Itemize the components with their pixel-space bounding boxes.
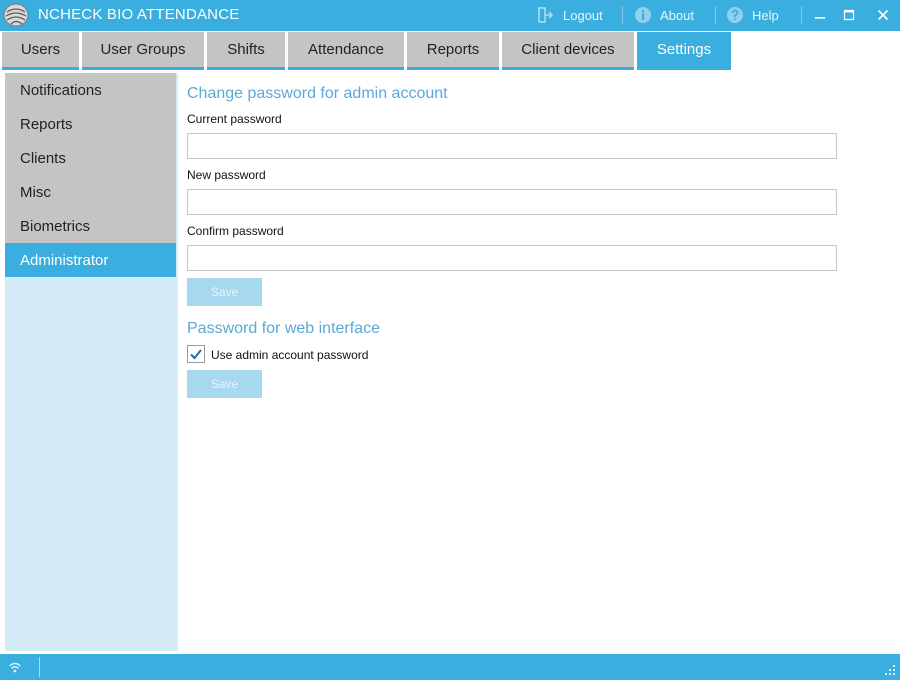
toolbar-divider — [622, 6, 623, 24]
main-tab-bar: Users User Groups Shifts Attendance Repo… — [0, 31, 900, 71]
app-title: NCHECK BIO ATTENDANCE — [38, 6, 240, 23]
tab-reports[interactable]: Reports — [407, 32, 499, 70]
sidebar-item-misc[interactable]: Misc — [5, 175, 176, 209]
tab-client-devices[interactable]: Client devices — [502, 32, 634, 70]
new-password-input[interactable] — [187, 189, 837, 215]
wifi-icon — [9, 662, 21, 673]
use-admin-password-checkbox[interactable] — [187, 345, 205, 363]
settings-sidebar: Notifications Reports Clients Misc Biome… — [5, 73, 178, 651]
toolbar-divider — [801, 6, 802, 24]
new-password-label: New password — [187, 168, 266, 182]
fingerprint-globe-icon — [3, 3, 29, 27]
tab-user-groups[interactable]: User Groups — [82, 32, 204, 70]
status-divider — [39, 657, 40, 677]
save-admin-password-button[interactable]: Save — [187, 278, 262, 306]
question-icon — [727, 7, 743, 23]
save-web-password-button[interactable]: Save — [187, 370, 262, 398]
logout-button[interactable]: Logout — [537, 4, 603, 26]
resize-grip-icon[interactable] — [884, 664, 896, 676]
maximize-icon — [843, 9, 855, 21]
toolbar-divider — [715, 6, 716, 24]
close-icon — [877, 9, 889, 21]
logout-label: Logout — [563, 7, 603, 23]
confirm-password-label: Confirm password — [187, 224, 284, 238]
logout-icon — [538, 7, 554, 23]
tab-attendance[interactable]: Attendance — [288, 32, 404, 70]
sidebar-item-biometrics[interactable]: Biometrics — [5, 209, 176, 243]
minimize-button[interactable] — [806, 4, 834, 26]
sidebar-item-reports[interactable]: Reports — [5, 107, 176, 141]
tab-users[interactable]: Users — [2, 32, 79, 70]
help-label: Help — [752, 7, 779, 23]
checkmark-icon — [190, 349, 202, 360]
info-icon — [635, 7, 651, 23]
minimize-icon — [815, 17, 825, 19]
sidebar-item-notifications[interactable]: Notifications — [5, 73, 176, 107]
confirm-password-input[interactable] — [187, 245, 837, 271]
current-password-label: Current password — [187, 112, 282, 126]
tab-shifts[interactable]: Shifts — [207, 32, 285, 70]
admin-password-title: Change password for admin account — [187, 85, 448, 102]
web-password-title: Password for web interface — [187, 320, 380, 337]
sidebar-item-administrator[interactable]: Administrator — [5, 243, 176, 277]
settings-content: Notifications Reports Clients Misc Biome… — [0, 71, 900, 654]
status-bar — [0, 654, 900, 680]
current-password-input[interactable] — [187, 133, 837, 159]
close-button[interactable] — [869, 4, 897, 26]
title-bar: NCHECK BIO ATTENDANCE Logout About Help — [0, 0, 900, 31]
tab-settings[interactable]: Settings — [637, 32, 731, 70]
maximize-button[interactable] — [835, 4, 863, 26]
help-button[interactable]: Help — [726, 4, 779, 26]
about-button[interactable]: About — [634, 4, 694, 26]
use-admin-password-label: Use admin account password — [211, 348, 369, 362]
about-label: About — [660, 7, 694, 23]
sidebar-item-clients[interactable]: Clients — [5, 141, 176, 175]
